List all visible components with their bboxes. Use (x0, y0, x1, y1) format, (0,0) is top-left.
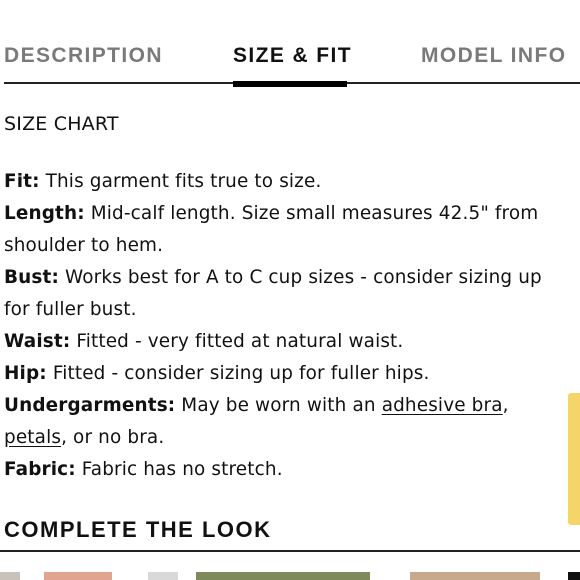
size-chart-link[interactable]: SIZE CHART (4, 113, 119, 135)
length-label: Length: (4, 203, 85, 224)
product-thumbnail[interactable] (0, 572, 20, 580)
fit-label: Fit: (4, 171, 40, 192)
product-thumbnail[interactable] (410, 572, 540, 580)
bust-line: Bust: Works best for A to C cup sizes - … (4, 262, 580, 294)
fabric-line: Fabric: Fabric has no stretch. (4, 454, 580, 486)
size-fit-details: Fit: This garment fits true to size. Len… (4, 166, 580, 486)
undergarments-line: Undergarments: May be worn with an adhes… (4, 390, 580, 422)
adhesive-bra-link[interactable]: adhesive bra (382, 395, 503, 416)
undergarments-line-continued: petals, or no bra. (4, 422, 580, 454)
section-divider (0, 550, 580, 552)
bust-text-continued: for fuller bust. (4, 299, 137, 320)
product-thumbnail[interactable] (148, 572, 178, 580)
hip-text: Fitted - consider sizing up for fuller h… (46, 363, 430, 384)
undergarments-label: Undergarments: (4, 395, 176, 416)
waist-line: Waist: Fitted - very fitted at natural w… (4, 326, 580, 358)
undergarments-text: May be worn with an (175, 395, 382, 416)
length-line-continued: shoulder to hem. (4, 230, 580, 262)
undergarments-text-end: , or no bra. (61, 427, 165, 448)
fabric-label: Fabric: (4, 459, 76, 480)
length-text: Mid-calf length. Size small measures 42.… (84, 203, 539, 224)
waist-text: Fitted - very fitted at natural waist. (70, 331, 404, 352)
hip-label: Hip: (4, 363, 47, 384)
tab-description[interactable]: DESCRIPTION (4, 44, 163, 68)
active-tab-indicator (233, 81, 347, 87)
length-text-continued: shoulder to hem. (4, 235, 164, 256)
product-thumbnail[interactable] (196, 572, 370, 580)
bust-label: Bust: (4, 267, 59, 288)
bust-line-continued: for fuller bust. (4, 294, 580, 326)
complete-the-look-heading: COMPLETE THE LOOK (4, 517, 272, 542)
hip-line: Hip: Fitted - consider sizing up for ful… (4, 358, 580, 390)
tab-bar: DESCRIPTION SIZE & FIT MODEL INFO (0, 0, 580, 87)
fit-line: Fit: This garment fits true to size. (4, 166, 580, 198)
undergarments-comma: , (502, 395, 509, 416)
complete-the-look-carousel (0, 572, 580, 580)
product-thumbnail[interactable] (44, 572, 112, 580)
bust-text: Works best for A to C cup sizes - consid… (58, 267, 542, 288)
fabric-text: Fabric has no stretch. (75, 459, 283, 480)
length-line: Length: Mid-calf length. Size small meas… (4, 198, 580, 230)
tab-size-and-fit[interactable]: SIZE & FIT (233, 44, 352, 68)
petals-link[interactable]: petals (4, 427, 61, 448)
fit-text: This garment fits true to size. (39, 171, 322, 192)
product-thumbnail[interactable] (568, 572, 580, 580)
tab-model-info[interactable]: MODEL INFO (421, 44, 566, 68)
side-feedback-tab[interactable] (568, 393, 580, 525)
waist-label: Waist: (4, 331, 71, 352)
